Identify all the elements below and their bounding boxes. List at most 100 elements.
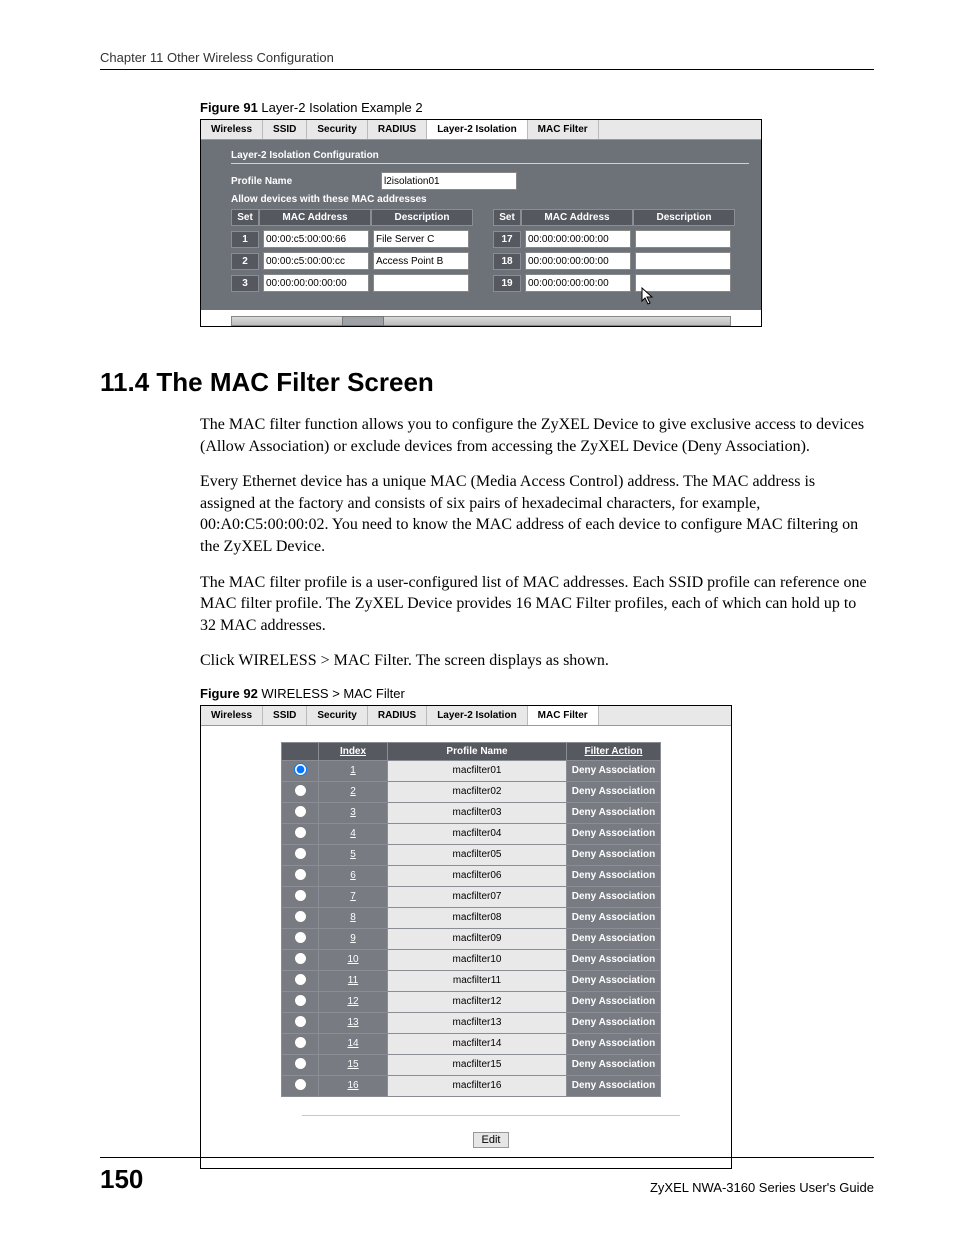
fig91-tab-security[interactable]: Security bbox=[307, 120, 367, 139]
filter-action-cell: Deny Association bbox=[567, 844, 661, 865]
set-index: 18 bbox=[493, 253, 521, 270]
select-radio[interactable] bbox=[294, 1078, 307, 1091]
index-cell[interactable]: 4 bbox=[319, 823, 388, 844]
page-number: 150 bbox=[100, 1164, 143, 1195]
select-radio[interactable] bbox=[294, 952, 307, 965]
fig92-tab-wireless[interactable]: Wireless bbox=[201, 706, 263, 725]
table-row: 11macfilter11Deny Association bbox=[282, 970, 661, 991]
profile-name-cell: macfilter09 bbox=[388, 928, 567, 949]
index-cell[interactable]: 9 bbox=[319, 928, 388, 949]
fig91-tab-wireless[interactable]: Wireless bbox=[201, 120, 263, 139]
profile-name-cell: macfilter08 bbox=[388, 907, 567, 928]
figure92-caption: Figure 92 WIRELESS > MAC Filter bbox=[200, 686, 874, 701]
select-radio[interactable] bbox=[294, 868, 307, 881]
mac-address-input[interactable] bbox=[525, 230, 631, 248]
description-input[interactable] bbox=[635, 252, 731, 270]
set-index: 19 bbox=[493, 275, 521, 292]
index-cell[interactable]: 1 bbox=[319, 760, 388, 781]
table-row: 3macfilter03Deny Association bbox=[282, 802, 661, 823]
figure91-scrollbar[interactable] bbox=[231, 316, 731, 326]
index-cell[interactable]: 13 bbox=[319, 1012, 388, 1033]
section-paragraph-4: Click WIRELESS > MAC Filter. The screen … bbox=[200, 650, 874, 672]
table-row: 15macfilter15Deny Association bbox=[282, 1054, 661, 1075]
select-radio[interactable] bbox=[294, 889, 307, 902]
fig92-tab-security[interactable]: Security bbox=[307, 706, 367, 725]
figure92-tabs: WirelessSSIDSecurityRADIUSLayer-2 Isolat… bbox=[201, 706, 731, 726]
filter-action-cell: Deny Association bbox=[567, 760, 661, 781]
profile-name-cell: macfilter01 bbox=[388, 760, 567, 781]
select-radio[interactable] bbox=[294, 847, 307, 860]
filter-action-cell: Deny Association bbox=[567, 781, 661, 802]
table-row: 12macfilter12Deny Association bbox=[282, 991, 661, 1012]
index-cell[interactable]: 10 bbox=[319, 949, 388, 970]
fig91-tab-radius[interactable]: RADIUS bbox=[368, 120, 427, 139]
index-cell[interactable]: 6 bbox=[319, 865, 388, 886]
mac-row: 2 bbox=[231, 252, 473, 270]
fig91-tab-layer-2-isolation[interactable]: Layer-2 Isolation bbox=[427, 120, 527, 139]
section-paragraph-3: The MAC filter profile is a user-configu… bbox=[200, 572, 874, 637]
index-cell[interactable]: 3 bbox=[319, 802, 388, 823]
fig91-tab-ssid[interactable]: SSID bbox=[263, 120, 307, 139]
profile-name-cell: macfilter14 bbox=[388, 1033, 567, 1054]
index-cell[interactable]: 2 bbox=[319, 781, 388, 802]
select-radio[interactable] bbox=[294, 931, 307, 944]
select-radio[interactable] bbox=[294, 1036, 307, 1049]
profile-name-cell: macfilter04 bbox=[388, 823, 567, 844]
select-radio[interactable] bbox=[294, 1057, 307, 1070]
mac-address-input[interactable] bbox=[525, 274, 631, 292]
index-cell[interactable]: 16 bbox=[319, 1075, 388, 1096]
index-cell[interactable]: 7 bbox=[319, 886, 388, 907]
profile-name-cell: macfilter06 bbox=[388, 865, 567, 886]
col-description: Description bbox=[633, 209, 735, 226]
edit-button[interactable]: Edit bbox=[473, 1132, 510, 1148]
filter-action-cell: Deny Association bbox=[567, 823, 661, 844]
select-radio[interactable] bbox=[294, 763, 307, 776]
select-radio[interactable] bbox=[294, 826, 307, 839]
fig92-tab-layer-2-isolation[interactable]: Layer-2 Isolation bbox=[427, 706, 527, 725]
description-input[interactable] bbox=[373, 230, 469, 248]
fig91-tab-mac-filter[interactable]: MAC Filter bbox=[528, 120, 599, 139]
select-radio[interactable] bbox=[294, 973, 307, 986]
mac-address-input[interactable] bbox=[263, 274, 369, 292]
fig92-tab-ssid[interactable]: SSID bbox=[263, 706, 307, 725]
description-input[interactable] bbox=[635, 230, 731, 248]
profile-name-input[interactable] bbox=[381, 172, 517, 190]
select-radio[interactable] bbox=[294, 805, 307, 818]
index-cell[interactable]: 12 bbox=[319, 991, 388, 1012]
fig92-tab-radius[interactable]: RADIUS bbox=[368, 706, 427, 725]
description-input[interactable] bbox=[373, 252, 469, 270]
section-heading: 11.4 The MAC Filter Screen bbox=[100, 367, 874, 398]
fig92-tab-mac-filter[interactable]: MAC Filter bbox=[528, 706, 599, 725]
section-paragraph-2: Every Ethernet device has a unique MAC (… bbox=[200, 471, 874, 557]
table-row: 7macfilter07Deny Association bbox=[282, 886, 661, 907]
col-filter-action: Filter Action bbox=[567, 742, 661, 760]
section-paragraph-1: The MAC filter function allows you to co… bbox=[200, 414, 874, 457]
select-radio[interactable] bbox=[294, 1015, 307, 1028]
select-radio[interactable] bbox=[294, 784, 307, 797]
table-row: 2macfilter02Deny Association bbox=[282, 781, 661, 802]
filter-action-cell: Deny Association bbox=[567, 886, 661, 907]
index-cell[interactable]: 14 bbox=[319, 1033, 388, 1054]
figure92-caption-text: WIRELESS > MAC Filter bbox=[258, 686, 405, 701]
index-cell[interactable]: 11 bbox=[319, 970, 388, 991]
divider bbox=[302, 1115, 680, 1116]
table-row: 13macfilter13Deny Association bbox=[282, 1012, 661, 1033]
col-description: Description bbox=[371, 209, 473, 226]
description-input[interactable] bbox=[373, 274, 469, 292]
select-radio[interactable] bbox=[294, 910, 307, 923]
layer2-isolation-title: Layer-2 Isolation Configuration bbox=[231, 150, 749, 164]
select-radio[interactable] bbox=[294, 994, 307, 1007]
mac-address-input[interactable] bbox=[263, 252, 369, 270]
filter-action-cell: Deny Association bbox=[567, 907, 661, 928]
profile-name-cell: macfilter16 bbox=[388, 1075, 567, 1096]
profile-name-cell: macfilter03 bbox=[388, 802, 567, 823]
figure91-caption-bold: Figure 91 bbox=[200, 100, 258, 115]
index-cell[interactable]: 5 bbox=[319, 844, 388, 865]
mac-address-input[interactable] bbox=[525, 252, 631, 270]
mac-row: 18 bbox=[493, 252, 735, 270]
allow-devices-label: Allow devices with these MAC addresses bbox=[231, 194, 427, 205]
description-input[interactable] bbox=[635, 274, 731, 292]
mac-address-input[interactable] bbox=[263, 230, 369, 248]
index-cell[interactable]: 8 bbox=[319, 907, 388, 928]
index-cell[interactable]: 15 bbox=[319, 1054, 388, 1075]
